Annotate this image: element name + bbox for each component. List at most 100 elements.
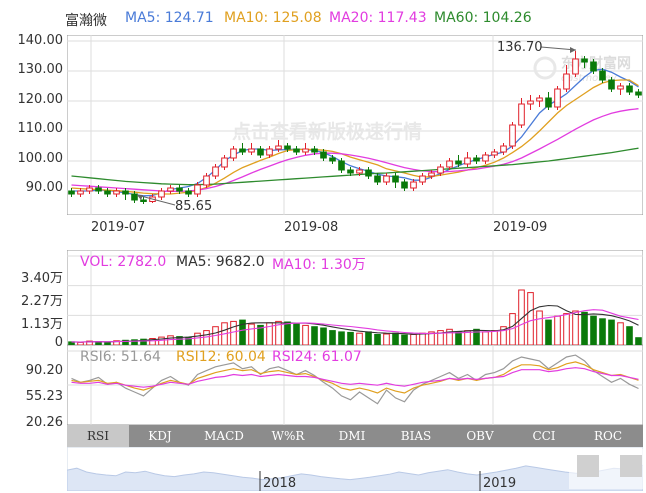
range-navigator[interactable]: 2018 2019	[67, 447, 643, 491]
rsi6-legend: RSI6: 51.64	[80, 349, 161, 365]
candle-body	[104, 190, 111, 195]
volume-bar	[401, 334, 408, 345]
overview-year: 2019	[483, 476, 516, 491]
candle-body	[410, 181, 417, 189]
candle-body	[446, 160, 453, 168]
candle-body	[545, 97, 552, 108]
candle-body	[158, 190, 165, 198]
volume-bar	[545, 319, 552, 345]
tab-kdj[interactable]: KDJ	[129, 425, 191, 447]
volume-bar	[374, 334, 381, 345]
candle-body	[212, 166, 219, 177]
indicator-tab-bar: RSI KDJ MACD W%R DMI BIAS OBV CCI ROC	[67, 425, 643, 447]
candle-body	[113, 190, 120, 195]
candle-body	[266, 148, 273, 156]
candle-body	[617, 85, 624, 90]
candle-body	[347, 169, 354, 174]
candle-body	[455, 160, 462, 165]
volume-bar	[419, 332, 426, 345]
candle-body	[122, 190, 129, 195]
volume-bar	[383, 333, 390, 345]
candle-body	[167, 187, 174, 192]
candle-body	[599, 70, 606, 81]
volume-bar	[329, 330, 336, 345]
volume-bar	[635, 337, 642, 345]
candle-body	[500, 145, 507, 153]
volume-bar	[482, 331, 489, 345]
candle-body	[608, 79, 615, 90]
tab-roc[interactable]: ROC	[577, 425, 639, 447]
candle-body	[86, 187, 93, 192]
volume-bar	[563, 313, 570, 345]
tab-cci[interactable]: CCI	[513, 425, 575, 447]
volume-bar	[248, 323, 255, 345]
volume-bar	[203, 330, 210, 345]
date-label: 2019-08	[284, 220, 339, 235]
candle-body	[401, 181, 408, 189]
candle-body	[374, 175, 381, 183]
range-handle-right[interactable]	[620, 455, 642, 477]
candle-body	[248, 148, 255, 153]
candle-body	[491, 151, 498, 156]
overview-year: 2018	[263, 476, 296, 491]
candle-body	[338, 160, 345, 171]
volume-bar	[626, 326, 633, 345]
candle-body	[221, 157, 228, 168]
volume-bar	[293, 323, 300, 345]
candle-body	[482, 154, 489, 162]
candle-body	[365, 169, 372, 177]
candle-body	[293, 148, 300, 153]
tab-dmi[interactable]: DMI	[321, 425, 383, 447]
volume-bar	[410, 334, 417, 345]
volume-axis-label: 3.40万	[21, 271, 63, 286]
high-marker: 136.70	[497, 40, 543, 55]
candle-body	[536, 97, 543, 102]
rsi24-legend: RSI24: 61.07	[272, 349, 362, 365]
tab-macd[interactable]: MACD	[193, 425, 255, 447]
tab-wr[interactable]: W%R	[257, 425, 319, 447]
volume-bar	[527, 292, 534, 345]
volume-bar	[455, 331, 462, 345]
volume-bar	[392, 332, 399, 345]
range-handle-left[interactable]	[577, 455, 599, 477]
candle-body	[527, 100, 534, 105]
candle-body	[509, 124, 516, 147]
volume-bar	[302, 324, 309, 345]
vol-ma5-legend: MA5: 9682.0	[176, 254, 265, 270]
candle-body	[176, 187, 183, 192]
candle-body	[590, 61, 597, 72]
rsi-axis-label: 55.23	[25, 389, 63, 404]
candle-body	[302, 148, 309, 153]
volume-bar	[347, 331, 354, 345]
candle-body	[572, 58, 579, 75]
volume-bar	[311, 326, 318, 345]
candle-body	[185, 190, 192, 195]
candle-body	[383, 175, 390, 183]
candlestick-chart[interactable]: 点击查看新版极速行情 东方财富网 eastmoney 136.70 85.65	[67, 35, 643, 215]
volume-bar	[554, 315, 561, 345]
volume-axis-label: 2.27万	[21, 294, 63, 309]
price-axis-label: 120.00	[17, 92, 64, 107]
candle-body	[437, 166, 444, 174]
candle-body	[275, 145, 282, 150]
candle-body	[428, 172, 435, 177]
ma20-legend: MA20: 117.43	[329, 10, 427, 26]
price-axis-label: 130.00	[17, 62, 64, 77]
candle-body	[329, 157, 336, 162]
candle-body	[239, 148, 246, 153]
vol-legend: VOL: 2782.0	[80, 254, 167, 270]
tab-bias[interactable]: BIAS	[385, 425, 447, 447]
candle-body	[203, 175, 210, 186]
candle-body	[518, 103, 525, 126]
candle-body	[563, 73, 570, 90]
candle-body	[131, 193, 138, 201]
date-label: 2019-09	[493, 220, 548, 235]
volume-bar	[338, 331, 345, 345]
price-axis-label: 100.00	[17, 151, 64, 166]
tab-obv[interactable]: OBV	[449, 425, 511, 447]
tab-rsi[interactable]: RSI	[67, 425, 129, 447]
candle-body	[140, 199, 147, 202]
watermark-promo: 点击查看新版极速行情	[232, 120, 422, 143]
candle-body	[473, 157, 480, 162]
volume-bar	[194, 332, 201, 345]
